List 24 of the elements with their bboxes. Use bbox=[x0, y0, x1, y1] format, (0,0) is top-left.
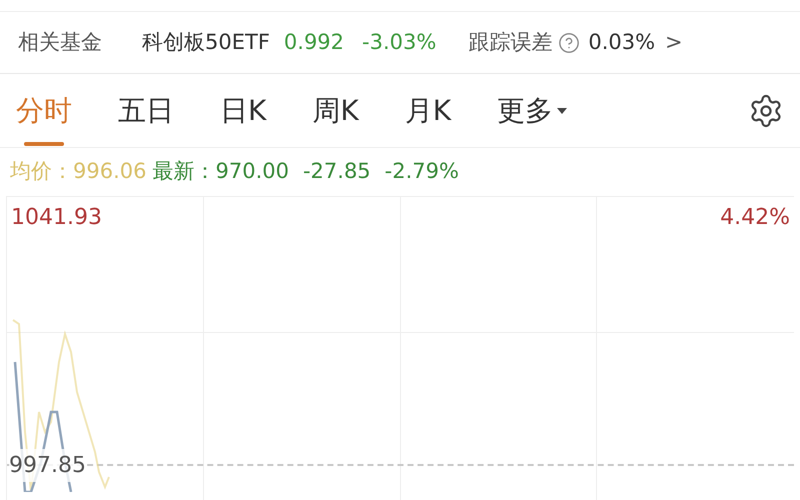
chart-tab[interactable]: 更多 bbox=[497, 74, 568, 148]
tracking-label: 跟踪误差 bbox=[468, 28, 552, 56]
fund-change: -3.03% bbox=[362, 28, 436, 56]
high-percent-label: 4.42% bbox=[720, 204, 790, 232]
caret-icon bbox=[557, 108, 568, 114]
previous-close-label: 997.85 bbox=[9, 449, 86, 482]
fund-name[interactable]: 科创板50ETF bbox=[142, 26, 270, 58]
high-price-label: 1041.93 bbox=[11, 204, 102, 232]
latest-change: -27.85 bbox=[302, 158, 371, 186]
fund-price: 0.992 bbox=[284, 28, 344, 56]
tab-underline bbox=[24, 142, 64, 146]
chart-tab[interactable]: 月K bbox=[404, 74, 452, 148]
chevron-icon[interactable]: > bbox=[665, 26, 683, 58]
tracking-value: 0.03% bbox=[588, 28, 656, 56]
latest-change-percent: -2.79% bbox=[384, 158, 459, 186]
average-value: 996.06 bbox=[73, 158, 146, 186]
latest-label: 最新： bbox=[152, 158, 216, 186]
chart-tab[interactable]: 五日 bbox=[118, 74, 174, 148]
help-icon[interactable] bbox=[558, 32, 580, 54]
chart-tab[interactable]: 周K bbox=[312, 74, 359, 148]
latest-value: 970.00 bbox=[215, 158, 289, 186]
section-label: 相关基金 bbox=[18, 28, 102, 56]
chart-tab[interactable]: 日K bbox=[220, 74, 266, 148]
average-label: 均价： bbox=[10, 158, 73, 186]
